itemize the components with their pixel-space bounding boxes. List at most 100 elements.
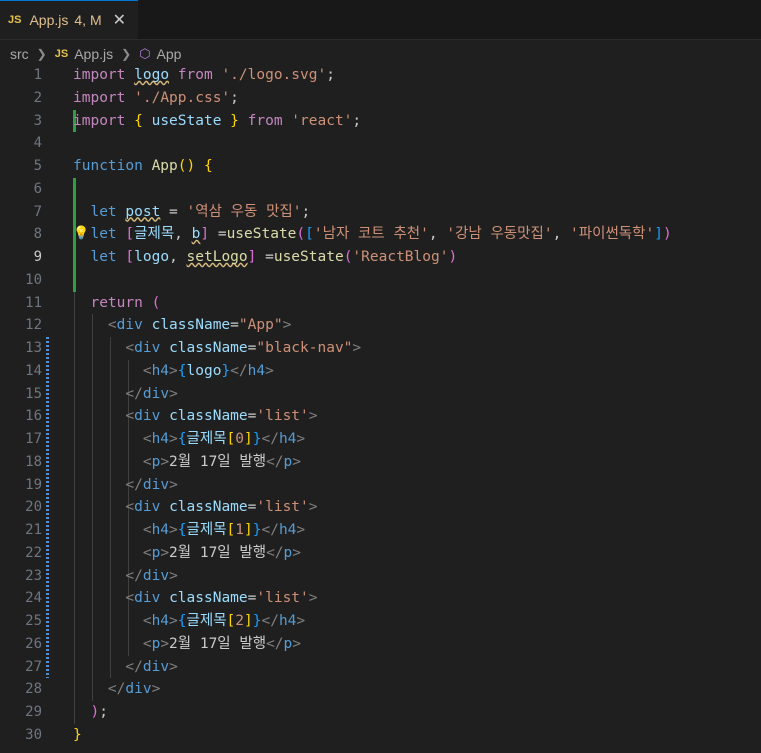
code-line[interactable]: 8 let [글제목, b] =useState(['남자 코트 추천', '강… bbox=[0, 223, 761, 246]
code-token: from bbox=[177, 67, 213, 83]
code-token: ] bbox=[244, 613, 253, 629]
code-line[interactable]: 11 return ( bbox=[0, 292, 761, 315]
code-text: import './App.css'; bbox=[73, 87, 239, 110]
code-token: ] bbox=[200, 226, 210, 243]
code-token: [ bbox=[305, 226, 314, 243]
code-token: useState bbox=[226, 226, 297, 243]
code-token: </ bbox=[125, 567, 143, 584]
code-token: 1 bbox=[235, 522, 245, 538]
code-token: < bbox=[142, 453, 152, 470]
line-number: 20 bbox=[25, 499, 42, 516]
code-token: ) bbox=[662, 226, 672, 243]
code-line[interactable]: 22 <p>2월 17일 발행</p> bbox=[0, 542, 761, 565]
line-number: 3 bbox=[33, 112, 42, 129]
code-line[interactable]: 28 </div> bbox=[0, 678, 761, 701]
code-line[interactable]: 3 import { useState } from 'react'; bbox=[0, 110, 761, 133]
code-text: import { useState } from 'react'; bbox=[73, 110, 361, 133]
code-token: h4 bbox=[151, 613, 170, 629]
code-text: <h4>{글제목[2]}</h4> bbox=[73, 610, 305, 633]
code-line[interactable]: 20 <div className='list'> bbox=[0, 496, 761, 519]
code-token: div bbox=[142, 385, 170, 402]
code-token: 2 bbox=[235, 613, 245, 629]
code-line[interactable]: 4 bbox=[0, 132, 761, 155]
code-line[interactable]: 17 <h4>{글제목[0]}</h4> bbox=[0, 428, 761, 451]
code-line[interactable]: 18 <p>2월 17일 발행</p> bbox=[0, 451, 761, 474]
code-token: 'list' bbox=[256, 499, 309, 516]
code-line[interactable]: 29 ); bbox=[0, 701, 761, 724]
code-token: div bbox=[134, 590, 161, 607]
code-text: let post = '역삼 우동 맛집'; bbox=[73, 201, 310, 224]
code-token: } bbox=[221, 362, 231, 379]
code-line[interactable]: 26 <p>2월 17일 발행</p> bbox=[0, 633, 761, 656]
code-line[interactable]: 12 <div className="App"> bbox=[0, 314, 761, 337]
code-token: div bbox=[134, 340, 161, 356]
code-token: p bbox=[283, 544, 293, 561]
line-number: 29 bbox=[25, 704, 42, 720]
code-line[interactable]: 10 bbox=[0, 269, 761, 292]
code-line[interactable]: 25 <h4>{글제목[2]}</h4> bbox=[0, 610, 761, 633]
code-token: [ bbox=[226, 522, 236, 538]
code-token: 'list' bbox=[256, 590, 309, 607]
code-token: ( bbox=[151, 294, 161, 311]
code-token: ; bbox=[352, 112, 362, 129]
line-number: 9 bbox=[33, 249, 42, 265]
code-token: p bbox=[283, 635, 293, 652]
code-line[interactable]: 14 <h4>{logo}</h4> bbox=[0, 360, 761, 383]
code-line[interactable]: 1 import logo from './logo.svg'; bbox=[0, 64, 761, 87]
code-token: , bbox=[552, 226, 571, 243]
code-line[interactable]: 30} bbox=[0, 724, 761, 747]
code-token: </ bbox=[261, 522, 279, 538]
code-line[interactable]: 16 <div className='list'> bbox=[0, 405, 761, 428]
code-line[interactable]: 27 </div> bbox=[0, 656, 761, 679]
code-token: > bbox=[169, 385, 178, 402]
code-line[interactable]: 7 let post = '역삼 우동 맛집'; bbox=[0, 201, 761, 224]
code-line[interactable]: 5 function App() { bbox=[0, 155, 761, 178]
code-text: let [logo, setLogo] =useState('ReactBlog… bbox=[73, 246, 457, 269]
code-token: import bbox=[73, 67, 126, 83]
code-text: <div className='list'> bbox=[73, 496, 317, 519]
breadcrumb-folder[interactable]: src bbox=[10, 46, 29, 62]
code-token: </ bbox=[230, 362, 248, 379]
code-token: import bbox=[73, 112, 126, 129]
code-line[interactable]: 13 <div className="black-nav"> bbox=[0, 337, 761, 360]
breadcrumb-symbol[interactable]: App bbox=[157, 46, 182, 62]
code-line[interactable]: 6 bbox=[0, 178, 761, 201]
code-token: let bbox=[90, 249, 117, 265]
line-number: 28 bbox=[25, 681, 42, 698]
line-number: 10 bbox=[25, 271, 42, 288]
line-number: 7 bbox=[33, 203, 42, 220]
line-number: 12 bbox=[25, 317, 42, 334]
tab-app-js[interactable]: JS App.js 4, M ✕ bbox=[0, 0, 138, 39]
code-line[interactable]: 24 <div className='list'> bbox=[0, 587, 761, 610]
code-token: h4 bbox=[151, 362, 170, 379]
close-icon[interactable]: ✕ bbox=[113, 10, 126, 30]
code-editor[interactable]: 1 import logo from './logo.svg'; 2 import '… bbox=[0, 64, 761, 753]
code-token: className bbox=[169, 499, 248, 516]
code-token: p bbox=[283, 453, 293, 470]
js-file-icon: JS bbox=[8, 14, 22, 26]
code-text: return ( bbox=[73, 292, 160, 315]
code-text: </div> bbox=[73, 474, 177, 497]
code-text: ); bbox=[73, 701, 107, 724]
code-line[interactable]: 15 </div> bbox=[0, 383, 761, 406]
code-text: let [글제목, b] =useState(['남자 코트 추천', '강남 … bbox=[73, 223, 672, 246]
code-token: 'react' bbox=[291, 112, 353, 129]
lightbulb-icon[interactable]: 💡 bbox=[73, 226, 89, 241]
code-token: < bbox=[125, 590, 135, 607]
code-line[interactable]: 23 </div> bbox=[0, 565, 761, 588]
code-line[interactable]: 9 let [logo, setLogo] =useState('ReactBl… bbox=[0, 246, 761, 269]
code-text: function App() { bbox=[73, 155, 213, 178]
code-line[interactable]: 19 </div> bbox=[0, 474, 761, 497]
breadcrumb-file[interactable]: App.js bbox=[74, 46, 113, 62]
code-token: logo bbox=[134, 67, 170, 83]
line-number: 19 bbox=[25, 476, 42, 493]
code-line[interactable]: 21 <h4>{글제목[1]}</h4> bbox=[0, 519, 761, 542]
code-token: h4 bbox=[278, 431, 297, 447]
code-token: 글제목 bbox=[134, 226, 175, 243]
code-line[interactable]: 2 import './App.css'; bbox=[0, 87, 761, 110]
line-number: 4 bbox=[33, 135, 42, 152]
